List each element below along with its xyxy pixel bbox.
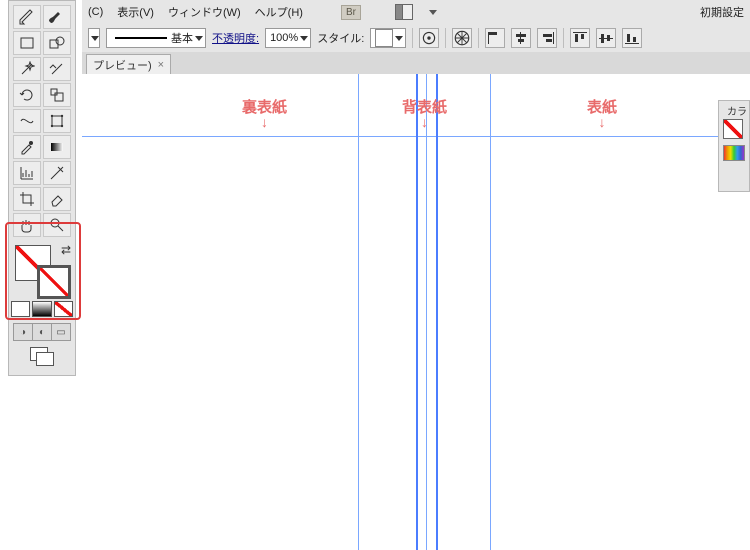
layout-dropdown-icon[interactable] [429,10,437,15]
align-bottom-button[interactable] [622,28,642,48]
opacity-link[interactable]: 不透明度: [212,30,259,46]
fill-stroke-control[interactable]: ⇄ [11,243,73,299]
stroke-swatch[interactable] [37,265,71,299]
style-dropdown[interactable] [370,28,406,48]
stroke-style-label: 基本 [171,30,193,46]
screen-mode-full[interactable]: ◐ [33,324,52,340]
document-tab[interactable]: プレビュー) × [86,54,171,74]
align-vcenter-button[interactable] [596,28,616,48]
color-spectrum[interactable] [723,145,745,161]
label-back-cover: 裏表紙↓ [242,96,287,127]
guide-spine-left [416,74,418,550]
rotate-tool[interactable] [13,83,41,107]
gradient-tool[interactable] [43,135,71,159]
align-right-button[interactable] [537,28,557,48]
color-mode-button[interactable] [11,301,30,317]
color-panel[interactable]: カラ [718,100,750,192]
crop-tool[interactable] [13,187,41,211]
menu-c[interactable]: (C) [88,6,103,18]
stroke-preview-icon [111,33,171,43]
label-front-cover: 表紙↓ [587,96,617,127]
scale-tool[interactable] [43,83,71,107]
prefs-button[interactable] [419,28,439,48]
lasso-tool[interactable] [43,57,71,81]
layout-icon[interactable] [395,4,413,20]
none-mode-button[interactable] [54,301,73,317]
arrow-down-icon: ↓ [599,117,606,127]
tools-panel: ⇄ ◑ ◐ ▭ [8,0,76,376]
opacity-value: 100% [270,32,298,44]
eyedropper-tool[interactable] [13,135,41,159]
graph-tool[interactable] [13,161,41,185]
menu-help[interactable]: ヘルプ(H) [255,4,303,20]
workspace-label[interactable]: 初期設定 [700,4,744,20]
document-tab-bar: プレビュー) × [82,52,750,75]
gradient-mode-button[interactable] [32,301,51,317]
guide-v1 [358,74,359,550]
guide-spine-right [436,74,438,550]
rect-tool[interactable] [13,31,41,55]
align-top-button[interactable] [570,28,590,48]
stroke-style-dropdown[interactable]: 基本 [106,28,206,48]
swap-fill-stroke-icon[interactable]: ⇄ [61,243,71,257]
opacity-dropdown[interactable]: 100% [265,28,311,48]
guide-spine-mid [426,74,427,550]
wand-tool[interactable] [13,57,41,81]
screen-mode-pres[interactable]: ▭ [52,324,70,340]
guide-v5 [490,74,491,550]
align-hcenter-button[interactable] [511,28,531,48]
align-left-button[interactable] [485,28,505,48]
control-bar: 基本 不透明度: 100% スタイル: [82,24,750,53]
bridge-badge[interactable]: Br [341,5,361,20]
canvas-area[interactable]: 裏表紙↓ 背表紙↓ 表紙↓ [82,74,750,550]
screen-mode-group: ◑ ◐ ▭ [13,323,71,341]
arrow-down-icon: ↓ [421,117,428,127]
pen-tool[interactable] [13,5,41,29]
hand-tool[interactable] [13,213,41,237]
label-spine: 背表紙↓ [402,96,447,127]
free-transform-tool[interactable] [43,109,71,133]
menu-bar: (C) 表示(V) ウィンドウ(W) ヘルプ(H) Br 初期設定 [82,0,750,25]
stroke-dropdown[interactable] [88,28,100,48]
slice-tool[interactable] [43,161,71,185]
zoom-tool[interactable] [43,213,71,237]
eraser-tool[interactable] [43,187,71,211]
style-label: スタイル: [317,30,364,46]
color-panel-title: カラ [727,103,747,118]
brush-tool[interactable] [43,5,71,29]
document-tab-label: プレビュー) [93,57,152,73]
screen-mode-normal[interactable]: ◑ [14,324,33,340]
menu-view[interactable]: 表示(V) [117,4,154,20]
arrange-documents-icon[interactable] [30,347,54,365]
color-none-swatch[interactable] [723,119,743,139]
arrow-down-icon: ↓ [261,117,268,127]
shape-tool[interactable] [43,31,71,55]
close-icon[interactable]: × [158,59,164,71]
style-swatch-icon [375,29,393,47]
warp-tool[interactable] [13,109,41,133]
recolor-button[interactable] [452,28,472,48]
menu-window[interactable]: ウィンドウ(W) [168,4,241,20]
